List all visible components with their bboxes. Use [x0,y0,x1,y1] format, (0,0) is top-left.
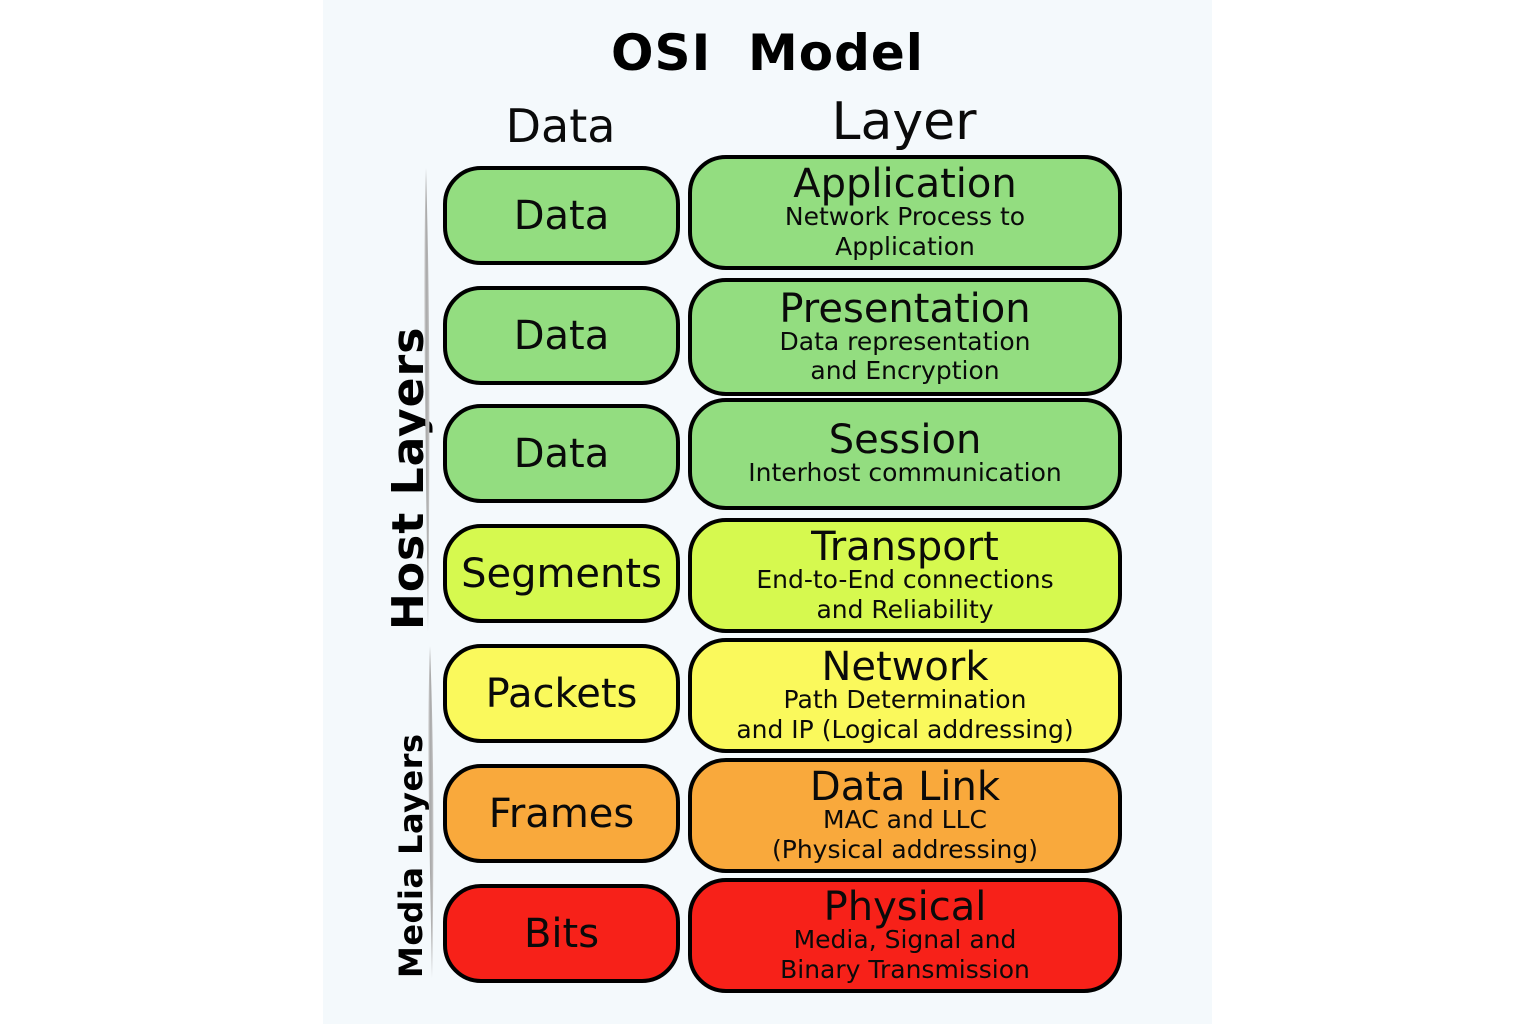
layer-name: Data Link [809,764,1001,810]
layer-name: Application [793,161,1017,207]
column-header-layer: Layer [831,92,977,152]
media-layers-bracket-icon [428,646,434,978]
data-unit-label: Data [513,312,610,359]
data-unit-label: Bits [523,910,600,957]
layer-description: Data representation and Encryption [779,326,1031,386]
layer-description: MAC and LLC (Physical addressing) [771,805,1039,864]
data-unit-box[interactable]: Segments [443,524,680,623]
layer-description: Interhost communication [748,458,1062,488]
layer-name: Transport [811,524,999,570]
data-unit-box[interactable]: Data [443,404,680,503]
data-unit-label: Frames [488,790,635,837]
layer-box[interactable]: Session Interhost communication [688,398,1122,510]
layer-box[interactable]: Application Network Process to Applicatio… [688,155,1122,270]
layer-box[interactable]: Network Path Determination and IP (Logica… [688,638,1122,753]
layer-description: End-to-End connections and Reliability [756,565,1054,624]
column-header-data: Data [505,99,616,153]
data-unit-label: Segments [461,550,662,597]
layer-box[interactable]: Transport End-to-End connections and Reli… [688,518,1122,633]
diagram-panel: OSI Model Data Layer Host Layers Media L… [323,0,1212,1024]
data-unit-box[interactable]: Packets [443,644,680,743]
data-unit-box[interactable]: Frames [443,764,680,863]
layer-box[interactable]: Data Link MAC and LLC (Physical addressin… [688,758,1122,873]
page-title: OSI Model [611,24,924,82]
layer-box[interactable]: Presentation Data representation and Encr… [688,278,1122,396]
layer-description: Network Process to Application [784,202,1026,261]
layer-description: Path Determination and IP (Logical addre… [736,685,1074,744]
layer-name: Network [821,644,989,690]
host-layers-bracket-icon [424,168,430,632]
layer-description: Media, Signal and Binary Transmission [780,925,1030,984]
data-unit-label: Data [513,430,610,477]
osi-model-diagram: OSI Model Data Layer Host Layers Media L… [0,0,1536,1024]
layer-name: Session [828,417,982,464]
layer-name: Presentation [779,285,1031,332]
data-unit-label: Data [513,192,610,239]
layer-name: Physical [823,884,987,930]
data-unit-label: Packets [485,670,638,717]
data-unit-box[interactable]: Data [443,166,680,265]
data-unit-box[interactable]: Data [443,286,680,385]
data-unit-box[interactable]: Bits [443,884,680,983]
layer-box[interactable]: Physical Media, Signal and Binary Transmi… [688,878,1122,993]
